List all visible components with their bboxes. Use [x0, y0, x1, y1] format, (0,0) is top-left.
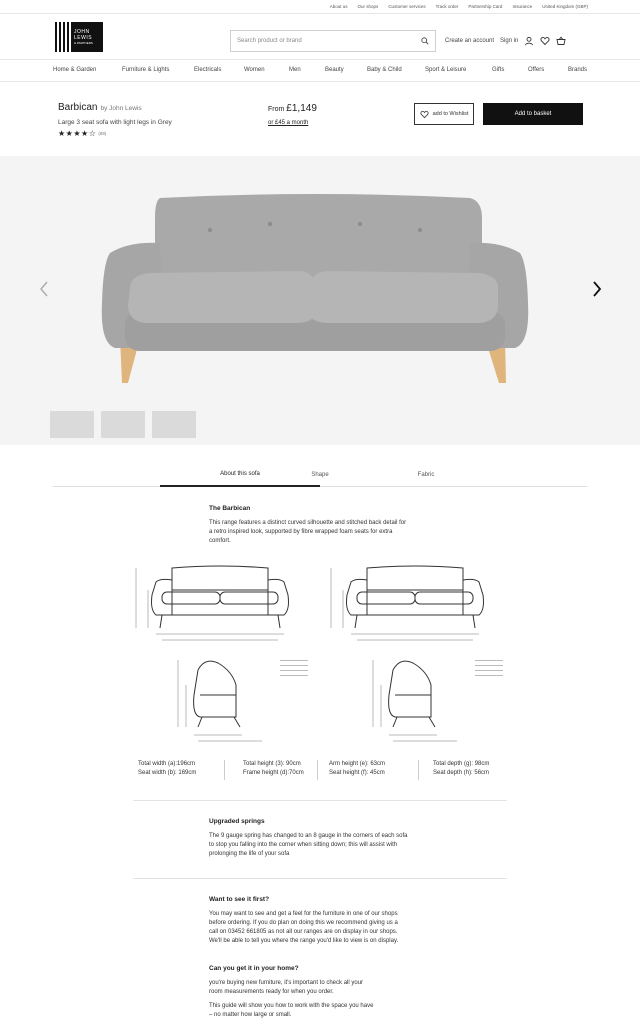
basket-icon[interactable] — [556, 36, 566, 46]
logo-wordmark: JOHN LEWIS & PARTNERS — [71, 22, 103, 52]
fit-in-home-text: you're buying new furniture, it's import… — [209, 980, 374, 1018]
utility-link-track-order[interactable]: Track order — [436, 4, 459, 9]
site-header: JOHN LEWIS & PARTNERS Search product or … — [0, 14, 640, 60]
nav-item-men[interactable]: Men — [289, 67, 301, 73]
about-title: The Barbican — [209, 505, 251, 512]
nav-item-brands[interactable]: Brands — [568, 67, 587, 73]
account-icon[interactable] — [524, 36, 534, 46]
next-image-arrow-icon[interactable] — [590, 278, 604, 300]
nav-item-offers[interactable]: Offers — [528, 67, 544, 73]
product-rating[interactable]: ★★★★☆ (89) — [58, 129, 106, 138]
utility-link-customer-services[interactable]: Customer services — [388, 4, 425, 9]
create-account-link[interactable]: Create an account — [445, 38, 494, 44]
product-price: From £1,149 — [268, 103, 317, 114]
john-lewis-logo[interactable]: JOHN LEWIS & PARTNERS — [53, 22, 103, 52]
dimensions-divider — [418, 760, 419, 780]
nav-item-electricals[interactable]: Electricals — [194, 67, 221, 73]
about-text: This range features a distinct curved si… — [209, 520, 407, 544]
sofa-product-image — [101, 194, 529, 383]
nav-item-women[interactable]: Women — [244, 67, 265, 73]
tab-fabric[interactable]: Fabric — [346, 463, 506, 487]
dimensions-col-3: Arm height (e): 63cm Seat height (f): 45c… — [329, 761, 386, 776]
add-to-basket-button[interactable]: Add to basket — [483, 103, 583, 125]
nav-item-baby-child[interactable]: Baby & Child — [367, 67, 402, 73]
springs-title: Upgraded springs — [209, 818, 265, 825]
heart-icon — [420, 110, 429, 118]
product-title: Barbican by John Lewis — [58, 102, 142, 113]
thumbnail-1[interactable] — [50, 411, 94, 438]
product-image-gallery — [0, 156, 640, 445]
wishlist-label: add to Wishlist — [432, 111, 469, 117]
review-count: (89) — [98, 131, 107, 136]
dimensions-col-1: Total width (a):196cm Seat width (b): 169… — [138, 761, 197, 776]
springs-text: The 9 gauge spring has changed to an 8 g… — [209, 833, 408, 857]
image-thumbnails — [50, 411, 196, 438]
sofa-front-dimension-diagram — [135, 565, 289, 641]
dimensions-divider — [224, 760, 225, 780]
dimensions-divider — [317, 760, 318, 780]
thumbnail-3[interactable] — [152, 411, 196, 438]
nav-item-furniture-lights[interactable]: Furniture & Lights — [122, 67, 169, 73]
rating-stars: ★★★★☆ — [58, 129, 97, 138]
section-divider — [133, 800, 507, 801]
add-to-wishlist-button[interactable]: add to Wishlist — [414, 103, 474, 125]
dimensions-col-4: Total depth (g): 98cm Seat depth (h): 56c… — [433, 761, 490, 776]
product-subtitle: Large 3 seat sofa with light legs in Gre… — [58, 119, 172, 126]
utility-link-insurance[interactable]: Insurance — [512, 4, 532, 9]
sign-in-link[interactable]: Sign in — [500, 38, 518, 44]
main-navigation: Home & Garden Furniture & Lights Electri… — [0, 60, 640, 82]
utility-link-partnership-card[interactable]: Partnership Card — [468, 4, 502, 9]
logo-bars — [53, 22, 71, 52]
see-it-first-text: You may want to see and get a feel for t… — [209, 911, 399, 944]
utility-link-about[interactable]: About us — [330, 4, 348, 9]
product-tabs: About this sofa Shape Fabric — [53, 463, 587, 487]
nav-item-home-garden[interactable]: Home & Garden — [53, 67, 96, 73]
utility-bar: About us Our shops Customer services Tra… — [0, 0, 640, 14]
monthly-finance-link[interactable]: or £45 a month — [268, 120, 308, 126]
sofa-front-dimension-diagram-2 — [330, 565, 484, 641]
previous-image-arrow-icon[interactable] — [37, 278, 51, 300]
search-input[interactable]: Search product or brand — [230, 30, 436, 52]
utility-link-shops[interactable]: Our shops — [358, 4, 379, 9]
wishlist-heart-icon[interactable] — [540, 36, 550, 46]
fit-in-home-title: Can you get it in your home? — [209, 965, 299, 972]
nav-item-beauty[interactable]: Beauty — [325, 67, 344, 73]
utility-link-country[interactable]: United Kingdom (GBP) — [542, 4, 588, 9]
search-placeholder: Search product or brand — [237, 38, 302, 44]
sofa-side-dimension-diagram — [177, 660, 308, 742]
search-icon[interactable] — [421, 37, 429, 45]
nav-item-gifts[interactable]: Gifts — [492, 67, 504, 73]
nav-item-sport-leisure[interactable]: Sport & Leisure — [425, 67, 466, 73]
thumbnail-2[interactable] — [101, 411, 145, 438]
dimensions-col-2: Total height (3): 90cm Frame height (d):7… — [243, 761, 304, 776]
header-actions: Create an account Sign in — [445, 36, 566, 46]
sofa-side-dimension-diagram-2 — [372, 660, 503, 742]
see-it-first-title: Want to see it first? — [209, 896, 270, 903]
product-brand[interactable]: by John Lewis — [100, 105, 141, 112]
section-divider — [133, 878, 507, 879]
